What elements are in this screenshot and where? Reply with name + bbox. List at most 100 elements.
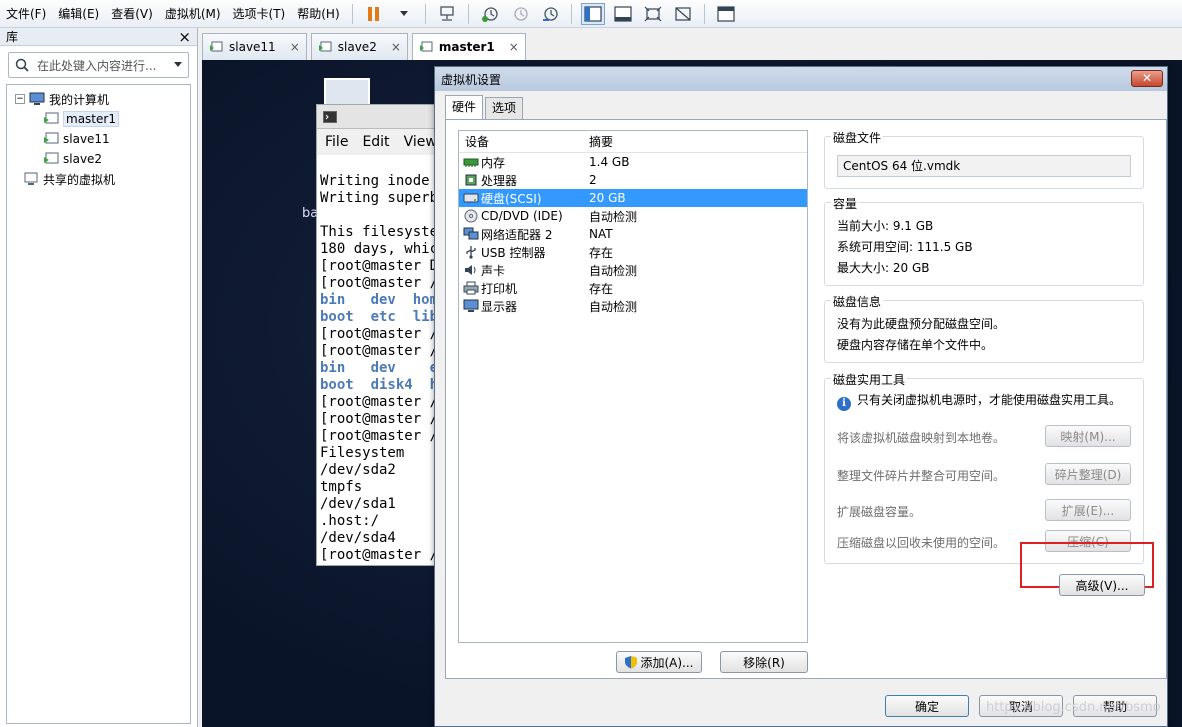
tab-options[interactable]: 选项 bbox=[485, 97, 524, 119]
terminal-line: /dev/sda1 bbox=[320, 496, 396, 512]
menu-help[interactable]: 帮助(H) bbox=[291, 0, 345, 28]
snapshot-button[interactable] bbox=[478, 3, 502, 25]
device-name-cell: 声卡 bbox=[459, 262, 589, 279]
tab-label: master1 bbox=[438, 40, 495, 54]
menu-edit[interactable]: 编辑(E) bbox=[52, 0, 105, 28]
disk-file-field[interactable]: CentOS 64 位.vmdk bbox=[837, 155, 1131, 177]
column-summary[interactable]: 摘要 bbox=[589, 133, 613, 150]
ok-button[interactable]: 确定 bbox=[885, 695, 969, 717]
terminal-window[interactable]: File Edit View Writing inode t Writing su… bbox=[316, 104, 438, 566]
vm-running-icon bbox=[44, 152, 59, 164]
device-row[interactable]: USB 控制器 存在 bbox=[459, 243, 807, 261]
device-row[interactable]: CD/DVD (IDE) 自动检测 bbox=[459, 207, 807, 225]
collapse-icon[interactable]: − bbox=[15, 94, 25, 104]
library-close-icon[interactable]: × bbox=[178, 28, 191, 46]
unity-button[interactable] bbox=[671, 3, 695, 25]
tree-item-slave11[interactable]: slave11 bbox=[7, 129, 190, 149]
tree-item-slave2[interactable]: slave2 bbox=[7, 149, 190, 169]
console-view-button[interactable] bbox=[714, 3, 738, 25]
terminal-icon bbox=[323, 111, 337, 123]
dialog-titlebar[interactable]: 虚拟机设置 bbox=[435, 67, 1167, 91]
device-list-header: 设备 摘要 bbox=[459, 131, 807, 153]
vm-settings-dialog: 虚拟机设置 ✕ 硬件 选项 设备 摘要 内存 1.4 GB 处理器 2 硬盘(SCSI)… bbox=[434, 66, 1168, 727]
send-ctrl-alt-del-button[interactable] bbox=[435, 3, 459, 25]
shared-vm-icon bbox=[24, 172, 38, 185]
suspend-button[interactable] bbox=[362, 3, 386, 25]
cdrom-icon bbox=[463, 209, 479, 223]
device-name-cell: CD/DVD (IDE) bbox=[459, 209, 589, 223]
show-library-button[interactable] bbox=[580, 2, 605, 25]
expand-button[interactable]: 扩展(E)... bbox=[1045, 499, 1131, 521]
add-device-button[interactable]: 添加(A)... bbox=[616, 651, 702, 673]
thumbnail-bar-button[interactable] bbox=[611, 3, 635, 25]
device-name: 声卡 bbox=[481, 263, 506, 278]
chevron-down-icon[interactable] bbox=[174, 62, 182, 68]
tab-hardware[interactable]: 硬件 bbox=[445, 95, 484, 119]
terminal-titlebar[interactable] bbox=[317, 105, 437, 129]
fullscreen-icon bbox=[644, 6, 662, 21]
terminal-menu-edit[interactable]: Edit bbox=[362, 134, 389, 150]
device-row[interactable]: 内存 1.4 GB bbox=[459, 153, 807, 171]
device-row[interactable]: 显示器 自动检测 bbox=[459, 297, 807, 315]
dialog-close-button[interactable]: ✕ bbox=[1131, 70, 1163, 87]
menu-vm[interactable]: 虚拟机(M) bbox=[159, 0, 227, 28]
column-device[interactable]: 设备 bbox=[459, 133, 589, 150]
menu-tabs[interactable]: 选项卡(T) bbox=[227, 0, 292, 28]
snapshot-manager-button[interactable] bbox=[538, 3, 562, 25]
search-icon bbox=[15, 58, 29, 72]
terminal-menu-view[interactable]: View bbox=[404, 134, 437, 150]
device-row[interactable]: 打印机 存在 bbox=[459, 279, 807, 297]
device-row[interactable]: 处理器 2 bbox=[459, 171, 807, 189]
fullscreen-button[interactable] bbox=[641, 3, 665, 25]
chevron-down-icon bbox=[399, 10, 408, 16]
menu-file[interactable]: 文件(F) bbox=[0, 0, 52, 28]
terminal-menu-file[interactable]: File bbox=[325, 134, 348, 150]
tab-close-icon[interactable]: × bbox=[391, 40, 401, 54]
tab-close-icon[interactable]: × bbox=[509, 40, 519, 54]
printer-icon bbox=[463, 281, 479, 295]
device-name-cell: USB 控制器 bbox=[459, 244, 589, 261]
tab-slave11[interactable]: slave11 × bbox=[202, 33, 307, 60]
device-name: CD/DVD (IDE) bbox=[481, 209, 563, 223]
terminal-line: [root@master / bbox=[320, 411, 438, 427]
harddisk-icon bbox=[463, 191, 479, 205]
defrag-button[interactable]: 碎片整理(D) bbox=[1045, 463, 1131, 485]
usb-icon bbox=[463, 245, 479, 259]
library-search-input[interactable]: 在此处键入内容进行... bbox=[8, 52, 189, 78]
snapshot-manager-icon bbox=[542, 6, 558, 21]
power-dropdown[interactable] bbox=[392, 3, 416, 25]
tab-slave2[interactable]: slave2 × bbox=[310, 33, 408, 60]
toolbar-separator bbox=[351, 3, 353, 24]
device-row[interactable]: 声卡 自动检测 bbox=[459, 261, 807, 279]
snapshot-icon bbox=[481, 6, 498, 22]
device-name-cell: 网络适配器 2 bbox=[459, 226, 589, 243]
device-name-cell: 内存 bbox=[459, 154, 589, 171]
terminal-output[interactable]: Writing inode t Writing superbl This files… bbox=[317, 155, 437, 564]
vm-running-icon bbox=[44, 112, 59, 124]
sound-icon bbox=[463, 263, 479, 277]
revert-snapshot-button[interactable] bbox=[508, 3, 532, 25]
map-button[interactable]: 映射(M)... bbox=[1045, 425, 1131, 447]
terminal-line: bin dev et bbox=[320, 360, 438, 376]
tab-master1[interactable]: master1 × bbox=[411, 33, 526, 60]
tree-item-shared-vms[interactable]: 共享的虚拟机 bbox=[7, 169, 190, 189]
advanced-button[interactable]: 高级(V)... bbox=[1059, 574, 1145, 596]
disk-utilities-group: 磁盘实用工具 i 只有关闭虚拟机电源时，才能使用磁盘实用工具。 将该虚拟机磁盘映射… bbox=[824, 371, 1144, 564]
tree-item-master1[interactable]: master1 bbox=[7, 109, 190, 129]
device-row[interactable]: 硬盘(SCSI) 20 GB bbox=[459, 189, 807, 207]
tab-close-icon[interactable]: × bbox=[290, 40, 300, 54]
terminal-line: /dev/sda4 bbox=[320, 530, 396, 546]
remove-device-button[interactable]: 移除(R) bbox=[720, 651, 808, 673]
terminal-line: bin dev home bbox=[320, 292, 438, 308]
compact-description: 压缩磁盘以回收未使用的空间。 bbox=[837, 536, 1006, 550]
device-summary: 存在 bbox=[589, 245, 614, 260]
group-title: 容量 bbox=[831, 195, 860, 212]
tree-item-my-computer[interactable]: − 我的计算机 bbox=[7, 89, 190, 109]
device-row[interactable]: 网络适配器 2 NAT bbox=[459, 225, 807, 243]
terminal-line: [root@master / bbox=[320, 394, 438, 410]
vm-tab-icon bbox=[210, 41, 223, 52]
vm-tabs: slave11 × slave2 × master1 × bbox=[202, 33, 530, 60]
terminal-line: 180 days, which bbox=[320, 241, 438, 257]
disk-file-group: 磁盘文件 CentOS 64 位.vmdk bbox=[824, 129, 1144, 189]
menu-view[interactable]: 查看(V) bbox=[105, 0, 159, 28]
